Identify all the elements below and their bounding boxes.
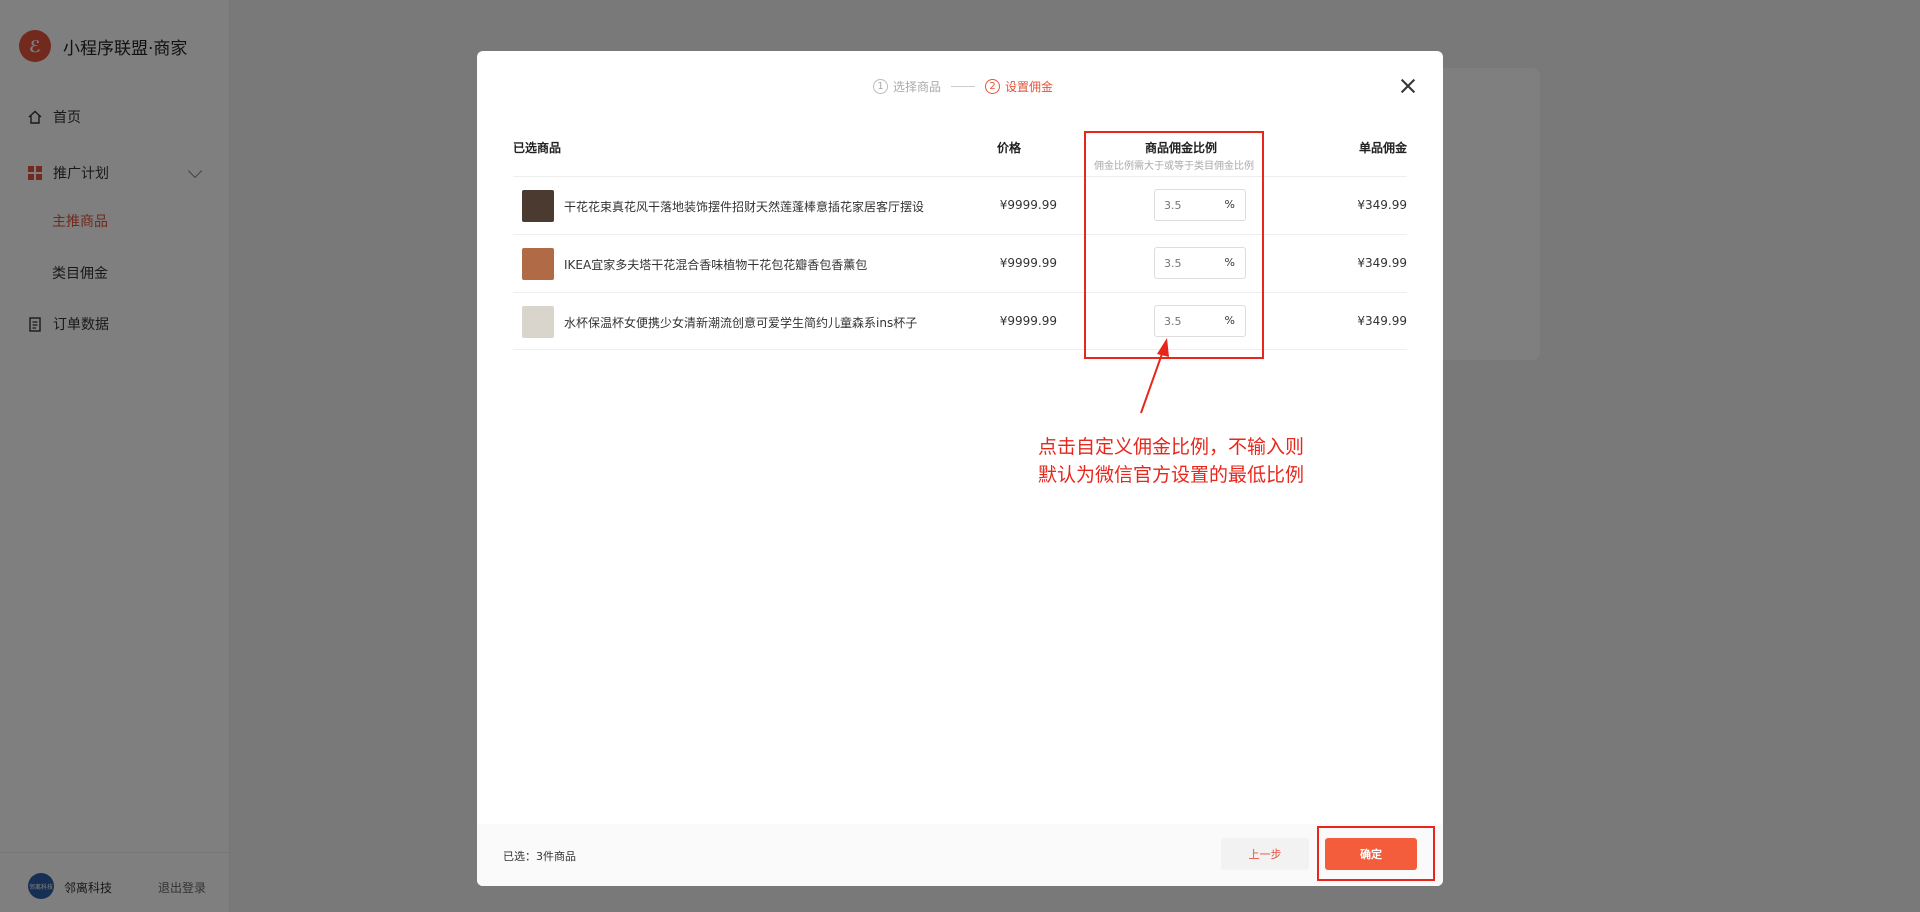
confirm-button-highlight: [1317, 826, 1435, 881]
selected-count: 已选：3件商品: [503, 850, 576, 863]
annotation-text: 点击自定义佣金比例，不输入则 默认为微信官方设置的最低比例: [1038, 433, 1304, 489]
annotation-line: 点击自定义佣金比例，不输入则: [1038, 436, 1305, 458]
prev-step-button[interactable]: 上一步: [1221, 838, 1309, 870]
modal-footer: 已选：3件商品 上一步 确定: [477, 824, 1443, 886]
commission-modal: 1 选择商品 2 设置佣金 已选商品 价格 商品佣金比例 佣金比例需大于或等于类…: [477, 51, 1443, 886]
annotation-line: 默认为微信官方设置的最低比例: [1038, 464, 1305, 486]
